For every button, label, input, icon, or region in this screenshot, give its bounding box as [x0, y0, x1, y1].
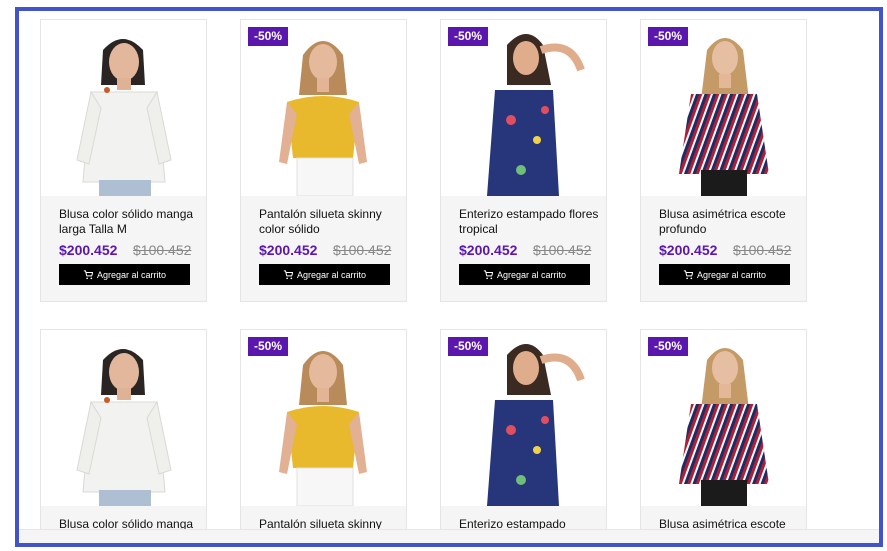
product-card[interactable]: Blusa color sólido manga larga Talla M $2…: [40, 19, 207, 302]
product-old-price: $100.452: [133, 242, 192, 258]
product-card[interactable]: -50% Blusa asimétrica escote profundo $200…: [640, 19, 807, 302]
product-old-price: $100.452: [733, 242, 792, 258]
add-to-cart-button[interactable]: Agregar al carrito: [659, 264, 790, 285]
discount-badge: -50%: [248, 27, 289, 46]
add-to-cart-label: Agregar al carrito: [296, 269, 367, 280]
product-price: $200.452: [59, 242, 118, 258]
product-image[interactable]: [41, 20, 206, 196]
cart-icon: [683, 269, 693, 280]
cart-icon: [283, 269, 293, 280]
product-card[interactable]: Blusa color sólido manga: [40, 329, 207, 543]
discount-badge: -50%: [648, 27, 689, 46]
product-name[interactable]: Blusa color sólido manga larga Talla M: [59, 207, 199, 237]
cart-icon: [483, 269, 493, 280]
product-price: $200.452: [659, 242, 718, 258]
product-price: $200.452: [259, 242, 318, 258]
discount-badge: -50%: [648, 337, 689, 356]
product-card[interactable]: -50% Enterizo estampado: [440, 329, 607, 543]
discount-badge: -50%: [248, 337, 289, 356]
product-card[interactable]: -50% Pantalón silueta skinny: [240, 329, 407, 543]
product-price: $200.452: [459, 242, 518, 258]
product-image[interactable]: [441, 330, 606, 506]
product-grid-frame: Blusa color sólido manga larga Talla M $2…: [15, 7, 883, 547]
product-image[interactable]: [41, 330, 206, 506]
add-to-cart-label: Agregar al carrito: [496, 269, 567, 280]
product-old-price: $100.452: [333, 242, 392, 258]
product-card[interactable]: -50% Enterizo estampado flores tropical $2…: [440, 19, 607, 302]
add-to-cart-label: Agregar al carrito: [696, 269, 767, 280]
discount-badge: -50%: [448, 27, 489, 46]
product-image[interactable]: [641, 330, 806, 506]
product-image[interactable]: [241, 330, 406, 506]
add-to-cart-button[interactable]: Agregar al carrito: [259, 264, 390, 285]
add-to-cart-button[interactable]: Agregar al carrito: [59, 264, 190, 285]
add-to-cart-label: Agregar al carrito: [96, 269, 167, 280]
cart-icon: [83, 269, 93, 280]
bottom-bar: [19, 529, 879, 543]
product-name[interactable]: Blusa asimétrica escote profundo: [659, 207, 799, 237]
product-name[interactable]: Enterizo estampado flores tropical: [459, 207, 599, 237]
product-old-price: $100.452: [533, 242, 592, 258]
discount-badge: -50%: [448, 337, 489, 356]
product-card[interactable]: -50% Blusa asimétrica escote: [640, 329, 807, 543]
product-image[interactable]: [641, 20, 806, 196]
product-name[interactable]: Pantalón silueta skinny color sólido: [259, 207, 399, 237]
product-card[interactable]: -50% Pantalón silueta skinny color sólido…: [240, 19, 407, 302]
product-image[interactable]: [441, 20, 606, 196]
add-to-cart-button[interactable]: Agregar al carrito: [459, 264, 590, 285]
product-image[interactable]: [241, 20, 406, 196]
